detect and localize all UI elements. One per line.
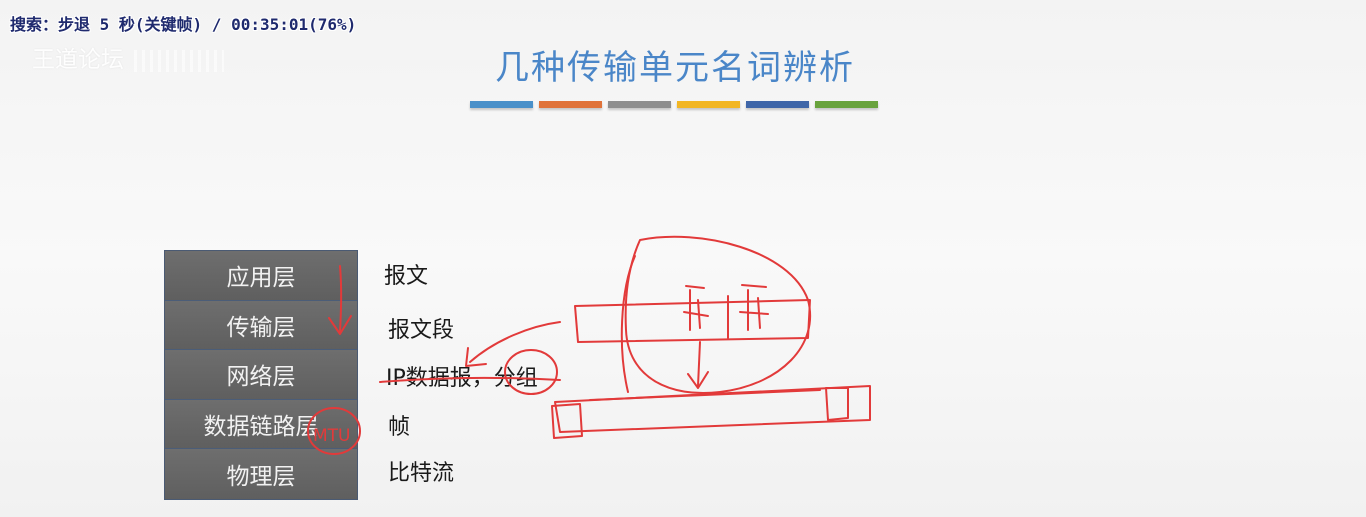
unit-transport: 报文段 [388, 318, 455, 343]
layer-network: 网络层 [165, 350, 357, 400]
layer-data-link: 数据链路层 [165, 399, 357, 450]
watermark-logo [134, 49, 224, 72]
ink-frame-box [554, 385, 871, 433]
watermark: 王道论坛 [32, 40, 224, 74]
color-bar-6 [815, 101, 878, 108]
player-seek-osd: 搜索：步退 5 秒(关键帧) / 00:35:01(76%) [10, 15, 357, 34]
ink-frame-arrow-head [687, 371, 709, 389]
ink-frame-right-cell [825, 387, 849, 421]
layer-transport: 传输层 [165, 300, 357, 351]
ink-left-loop [620, 255, 636, 393]
title-color-bars [470, 101, 878, 108]
ink-header-left-glyph [683, 285, 709, 331]
unit-application: 报文 [384, 264, 429, 289]
slide-title: 几种传输单元名词辨析 [495, 48, 855, 88]
color-bar-1 [470, 101, 533, 108]
unit-physical: 比特流 [388, 461, 455, 486]
layer-application: 应用层 [165, 251, 357, 301]
color-bar-5 [746, 101, 809, 108]
ink-segment-box [574, 299, 811, 343]
ink-frame-arrow [697, 341, 701, 387]
ink-header-loop [624, 235, 811, 394]
ink-network-arrow [469, 321, 561, 363]
layer-stack-table: 应用层 传输层 网络层 数据链路层 物理层 [164, 250, 358, 500]
unit-data-link: 帧 [388, 415, 411, 440]
layer-physical: 物理层 [165, 449, 357, 499]
color-bar-3 [608, 101, 671, 108]
ink-header-right-glyph [739, 284, 769, 331]
color-bar-2 [539, 101, 602, 108]
unit-network: IP数据报，分组 [386, 366, 538, 391]
ink-frame-left-cell [551, 403, 583, 439]
color-bar-4 [677, 101, 740, 108]
ink-frame-inner-line [589, 389, 821, 401]
watermark-text: 王道论坛 [32, 47, 124, 73]
